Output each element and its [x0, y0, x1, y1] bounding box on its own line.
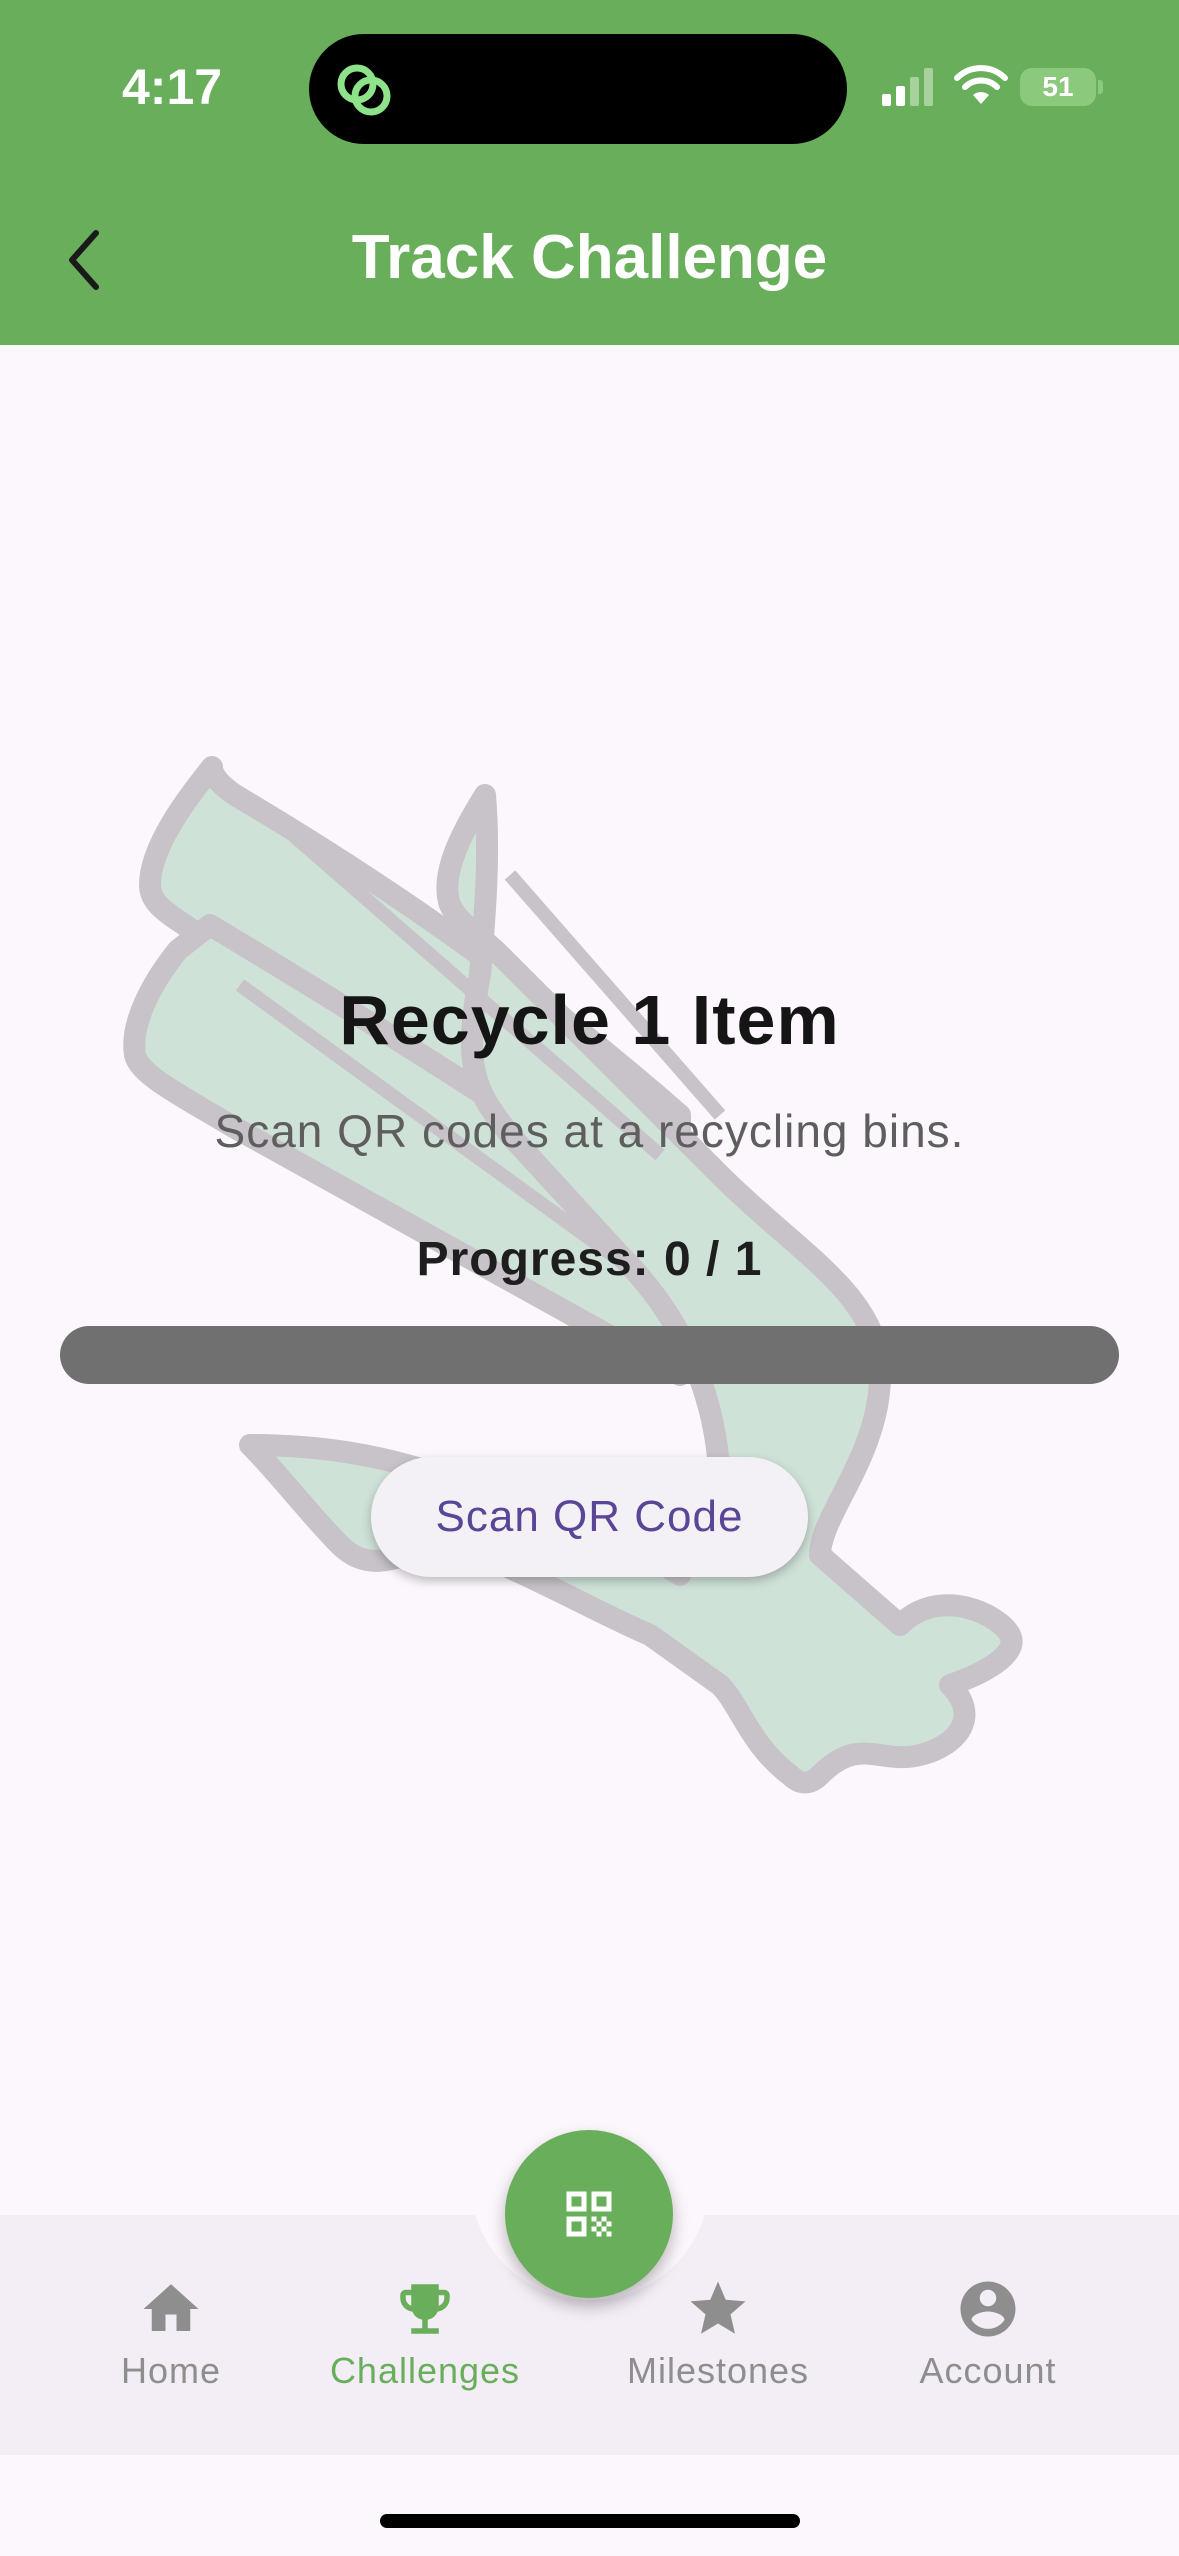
scan-qr-fab[interactable]: [505, 2130, 673, 2298]
battery-level: 51: [1042, 71, 1074, 102]
nav-item-challenges[interactable]: Challenges: [295, 2276, 555, 2406]
nav-label-account: Account: [919, 2350, 1057, 2391]
trophy-icon: [400, 2284, 450, 2334]
progress-label: Progress: 0 / 1: [416, 1233, 763, 1286]
battery-indicator: 51: [1020, 68, 1096, 106]
wifi-icon: [954, 65, 1008, 104]
nav-item-account[interactable]: Account: [858, 2276, 1118, 2406]
qr-code-icon: [566, 2191, 612, 2237]
nav-label-challenges: Challenges: [329, 2350, 521, 2391]
status-time: 4:17: [122, 59, 223, 115]
nav-item-home[interactable]: Home: [41, 2276, 301, 2406]
status-indicators: 51: [880, 64, 1103, 110]
home-icon: [143, 2284, 199, 2331]
scan-qr-code-button[interactable]: Scan QR Code: [371, 1457, 808, 1577]
link-app-icon: [337, 64, 391, 116]
home-indicator: [380, 2514, 800, 2528]
challenge-description: Scan QR codes at a recycling bins.: [214, 1105, 965, 1157]
battery-nub: [1098, 80, 1103, 94]
nav-item-milestones[interactable]: Milestones: [588, 2276, 848, 2406]
nav-label-milestones: Milestones: [626, 2350, 810, 2391]
star-icon: [690, 2281, 746, 2334]
account-circle-icon: [960, 2281, 1016, 2337]
progress-bar: [60, 1326, 1119, 1384]
challenge-title: Recycle 1 Item: [339, 981, 840, 1059]
dynamic-island: [309, 34, 847, 144]
page-title: Track Challenge: [351, 223, 828, 292]
app-header: 4:17 51 Track Challenge: [0, 0, 1179, 345]
cellular-signal-icon: [882, 68, 933, 106]
nav-label-home: Home: [120, 2350, 222, 2391]
